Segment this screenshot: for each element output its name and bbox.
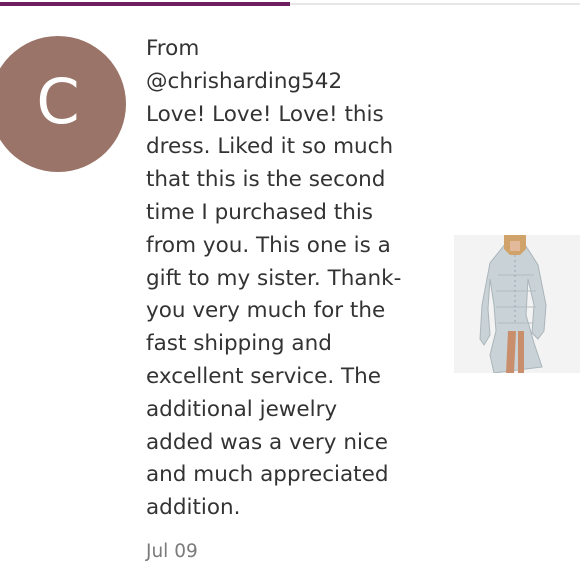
avatar[interactable]: C — [0, 36, 126, 172]
review-date: Jul 09 — [146, 541, 198, 562]
progress-bar-fill — [0, 2, 290, 6]
from-label: From — [146, 36, 200, 61]
product-thumbnail[interactable] — [454, 235, 580, 373]
review-body: From @chrisharding542 Love! Love! Love! … — [146, 33, 436, 525]
review-text: Love! Love! Love! this dress. Liked it s… — [146, 101, 402, 521]
progress-track — [0, 2, 580, 6]
review-screen: C From @chrisharding542 Love! Love! Love… — [0, 0, 580, 580]
dress-photo-icon — [454, 235, 580, 373]
username-link[interactable]: @chrisharding542 — [146, 66, 436, 99]
avatar-initial: C — [36, 65, 80, 138]
